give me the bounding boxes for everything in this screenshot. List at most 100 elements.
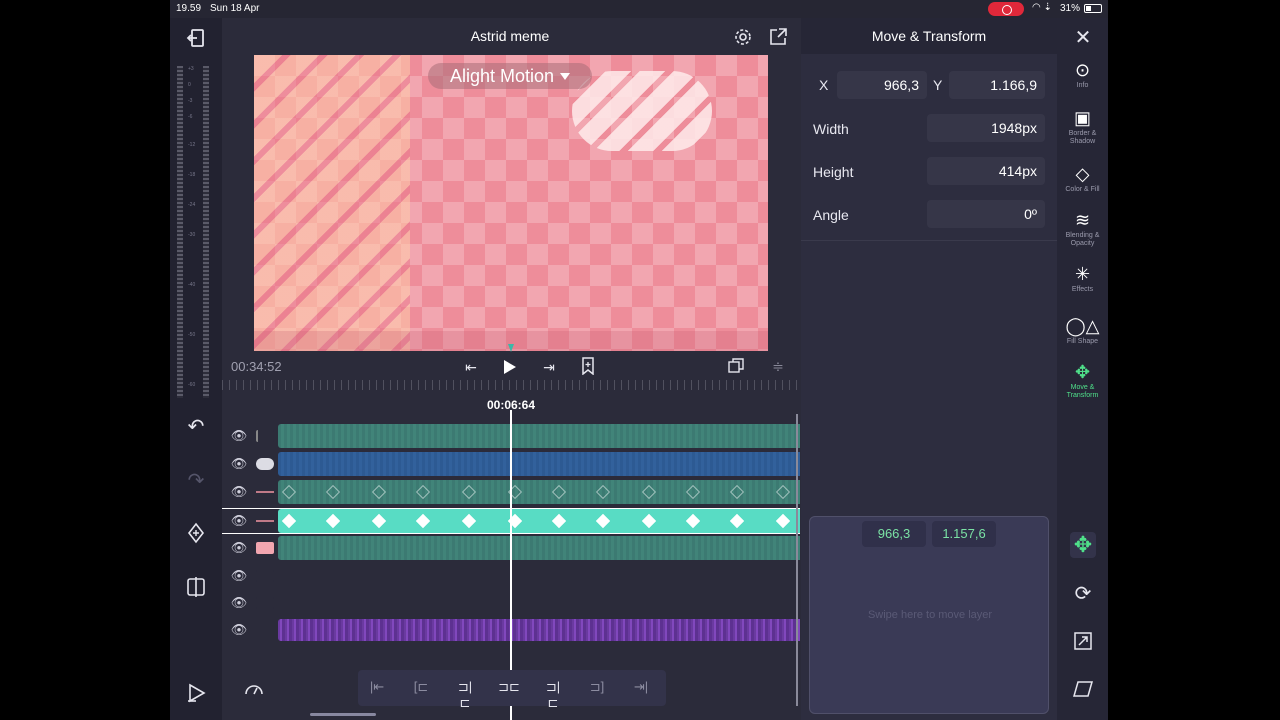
visibility-eye-icon[interactable]: 👁 — [230, 456, 248, 472]
keyframe-marker[interactable] — [554, 486, 563, 498]
layer-bar[interactable] — [278, 480, 800, 504]
rail-color-fill[interactable]: ◇ Color & Fill — [1057, 164, 1108, 194]
timeline-scrollbar[interactable] — [796, 414, 798, 706]
property-rail: ✕ ⊙ Info ▣ Border & Shadow ◇ Color & Fil… — [1057, 18, 1108, 720]
rail-border-shadow[interactable]: ▣ Border & Shadow — [1057, 108, 1108, 146]
width-label: Width — [813, 121, 849, 137]
visibility-eye-icon[interactable]: 👁 — [230, 428, 248, 444]
split-left-icon[interactable]: ⊐|⊏ — [454, 679, 476, 710]
rail-blending[interactable]: ≋ Blending & Opacity — [1057, 210, 1108, 248]
export-play-icon[interactable] — [184, 682, 208, 704]
rail-fill-shape[interactable]: ◯△ Fill Shape — [1057, 316, 1108, 346]
trim-right-icon[interactable]: ⊐] — [586, 679, 608, 697]
timeline-height-icon[interactable]: ≑ — [768, 356, 788, 376]
keyframe-marker[interactable] — [328, 515, 337, 527]
keyframe-marker[interactable] — [778, 486, 787, 498]
keyframe-marker[interactable] — [284, 515, 293, 527]
trim-left-icon[interactable]: [⊏ — [410, 679, 432, 697]
move-mode-icon[interactable]: ✥ — [1070, 532, 1096, 558]
skew-mode-icon[interactable] — [1070, 676, 1096, 702]
skip-to-end-icon[interactable]: ⇥ — [539, 357, 559, 377]
visibility-eye-icon[interactable]: 👁 — [230, 595, 248, 611]
redo-icon[interactable]: ↷ — [184, 470, 208, 492]
more-icon: ⊙ — [1074, 60, 1091, 80]
layer-bar[interactable] — [278, 424, 800, 448]
rail-effects-label: Effects — [1071, 286, 1094, 293]
skip-to-start-icon[interactable]: ⇤ — [461, 357, 481, 377]
watermark[interactable]: Alight Motion — [428, 63, 592, 89]
split-right-icon[interactable]: ⊐|⊏ — [542, 679, 564, 710]
trim-toolbar: |⇤ [⊏ ⊐|⊏ ⊐⊏ ⊐|⊏ ⊐] ⇥| — [358, 670, 666, 710]
swipe-move-pad[interactable]: 966,3 1.157,6 Swipe here to move layer — [809, 516, 1049, 714]
keyframe-marker[interactable] — [688, 515, 697, 527]
fill-icon: ◇ — [1075, 164, 1090, 184]
rotate-mode-icon[interactable]: ⟳ — [1070, 580, 1096, 606]
keyframe-marker[interactable] — [418, 486, 427, 498]
rail-effects[interactable]: ✳ Effects — [1057, 264, 1108, 294]
keyframe-marker[interactable] — [732, 486, 741, 498]
keyframe-marker[interactable] — [464, 486, 473, 498]
split-icon[interactable]: ⊐⊏ — [498, 679, 520, 697]
preview-canvas[interactable]: Alight Motion — [254, 55, 768, 351]
scale-mode-icon[interactable] — [1070, 628, 1096, 654]
speed-gauge-icon[interactable] — [242, 676, 266, 700]
trim-start-icon[interactable]: |⇤ — [366, 679, 388, 697]
layer-bar[interactable] — [278, 452, 800, 476]
settings-icon[interactable] — [732, 26, 754, 48]
keyframe-marker[interactable] — [598, 515, 607, 527]
timeline-ruler[interactable] — [222, 380, 800, 390]
layer-bar[interactable] — [278, 536, 800, 560]
visibility-eye-icon[interactable]: 👁 — [230, 622, 248, 638]
canvas-shape-layer[interactable] — [572, 71, 712, 151]
layer-thumbnail — [256, 542, 274, 554]
keyframe-marker[interactable] — [554, 515, 563, 527]
blending-icon: ≋ — [1074, 210, 1091, 230]
visibility-eye-icon[interactable]: 👁 — [230, 513, 248, 529]
y-field[interactable]: 1.166,9 — [949, 71, 1045, 99]
rail-move-label: Move & Transform — [1066, 384, 1099, 399]
keyframe-marker[interactable] — [284, 486, 293, 498]
visibility-eye-icon[interactable]: 👁 — [230, 484, 248, 500]
audio-waveform[interactable] — [278, 619, 800, 641]
keyframe-marker[interactable] — [644, 486, 653, 498]
status-bar: 19.59 Sun 18 Apr ◠ ⇣ 31% — [170, 0, 1108, 18]
x-field[interactable]: 966,3 — [837, 71, 927, 99]
close-icon[interactable]: ✕ — [1072, 26, 1094, 49]
split-view-icon[interactable] — [184, 576, 208, 598]
width-field[interactable]: 1948px — [927, 114, 1045, 142]
keyframe-marker[interactable] — [374, 515, 383, 527]
app-screen: 19.59 Sun 18 Apr ◠ ⇣ 31% +3 0 -3 -6 -12 -18 -2… — [170, 0, 1108, 720]
battery-icon — [1084, 4, 1102, 13]
rail-info[interactable]: ⊙ Info — [1057, 60, 1108, 90]
panel-header: Move & Transform — [801, 18, 1057, 54]
keyframe-marker[interactable] — [464, 515, 473, 527]
screen-recording-icon — [988, 2, 1024, 16]
swipe-y-readout: 1.157,6 — [932, 521, 996, 547]
keyframe-marker[interactable] — [778, 515, 787, 527]
layer-bar-selected[interactable] — [278, 509, 800, 533]
keyframe-marker[interactable] — [644, 515, 653, 527]
undo-icon[interactable]: ↶ — [184, 416, 208, 438]
copy-frame-icon[interactable] — [726, 356, 746, 376]
watermark-label: Alight Motion — [449, 65, 555, 86]
keyframe-icon[interactable] — [184, 522, 208, 544]
keyframe-marker[interactable] — [328, 486, 337, 498]
layer-thumbnail — [256, 597, 274, 609]
share-icon[interactable] — [767, 26, 789, 48]
chevron-down-icon — [560, 72, 571, 80]
angle-field[interactable]: 0º — [927, 200, 1045, 228]
rail-move-transform[interactable]: ✥ Move & Transform — [1057, 362, 1108, 400]
visibility-eye-icon[interactable]: 👁 — [230, 540, 248, 556]
home-indicator — [310, 713, 376, 716]
play-button[interactable] — [500, 357, 520, 377]
height-field[interactable]: 414px — [927, 157, 1045, 185]
visibility-eye-icon[interactable]: 👁 — [230, 568, 248, 584]
keyframe-marker[interactable] — [418, 515, 427, 527]
trim-end-icon[interactable]: ⇥| — [630, 679, 652, 697]
keyframe-marker[interactable] — [598, 486, 607, 498]
exit-icon[interactable] — [184, 26, 208, 50]
bookmark-icon[interactable] — [579, 356, 597, 376]
keyframe-marker[interactable] — [374, 486, 383, 498]
keyframe-marker[interactable] — [688, 486, 697, 498]
keyframe-marker[interactable] — [732, 515, 741, 527]
